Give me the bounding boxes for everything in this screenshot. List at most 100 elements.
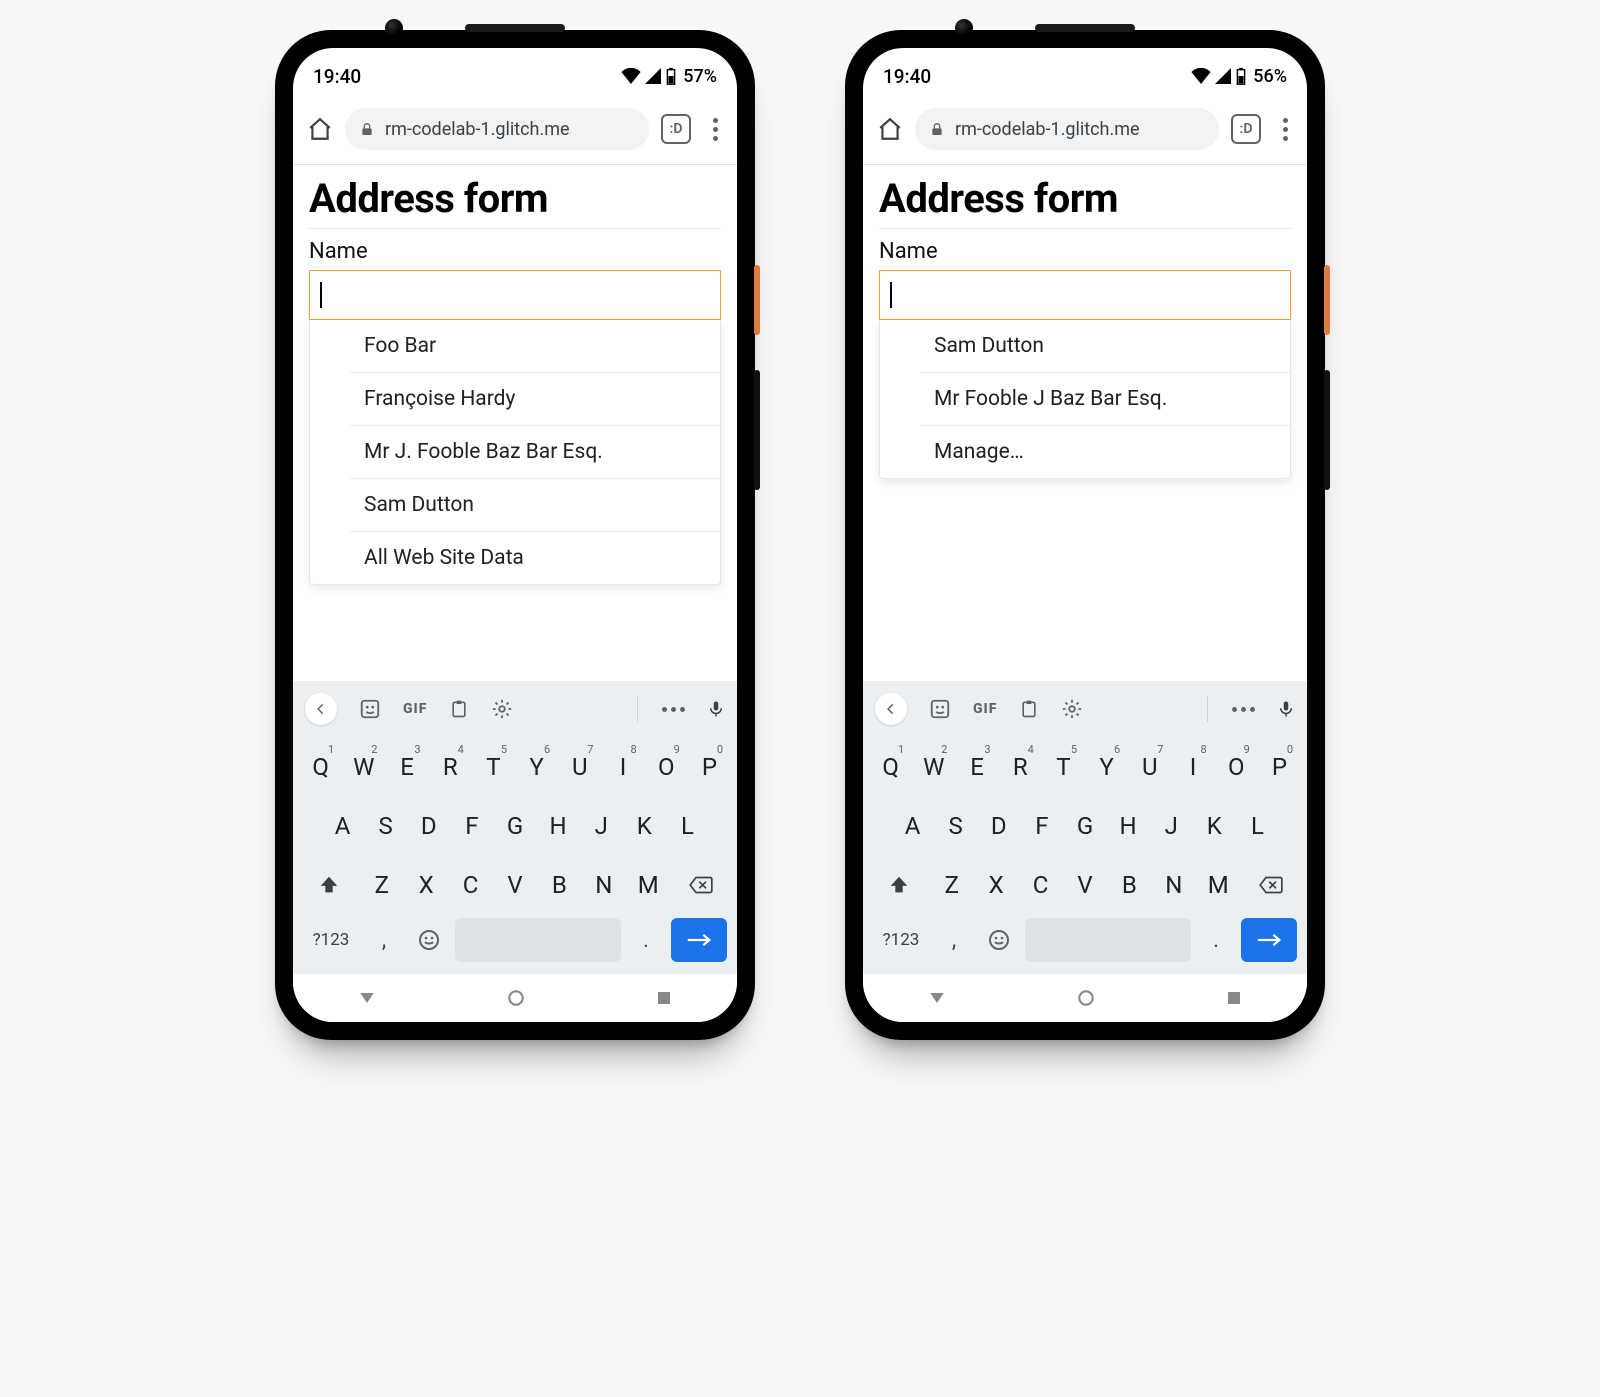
key[interactable]: S — [366, 798, 405, 853]
key[interactable]: O9 — [647, 739, 686, 794]
keyboard-more-icon[interactable] — [662, 707, 685, 712]
key[interactable]: E3 — [957, 739, 996, 794]
emoji-key[interactable] — [979, 928, 1019, 952]
key[interactable]: H — [539, 798, 578, 853]
mic-icon[interactable] — [707, 698, 725, 720]
key[interactable]: J — [1152, 798, 1191, 853]
key[interactable]: Y6 — [1087, 739, 1126, 794]
nav-recents-icon[interactable] — [1225, 989, 1243, 1007]
gear-icon[interactable] — [491, 698, 513, 720]
sticker-icon[interactable] — [929, 698, 951, 720]
space-key[interactable] — [455, 918, 621, 962]
period-key[interactable]: . — [1197, 928, 1235, 953]
key[interactable]: A — [323, 798, 362, 853]
nav-home-icon[interactable] — [1076, 988, 1096, 1008]
key[interactable]: N — [584, 857, 624, 912]
name-field[interactable] — [879, 270, 1291, 320]
key[interactable]: P0 — [690, 739, 729, 794]
comma-key[interactable]: , — [365, 928, 403, 953]
url-bar[interactable]: rm-codelab-1.glitch.me — [915, 108, 1219, 150]
mic-icon[interactable] — [1277, 698, 1295, 720]
key[interactable]: B — [1109, 857, 1149, 912]
nav-recents-icon[interactable] — [655, 989, 673, 1007]
home-icon[interactable] — [307, 116, 333, 142]
url-bar[interactable]: rm-codelab-1.glitch.me — [345, 108, 649, 150]
suggestion-item[interactable]: Françoise Hardy — [350, 372, 720, 425]
key[interactable]: Z — [932, 857, 972, 912]
gif-button[interactable]: GIF — [403, 701, 427, 717]
comma-key[interactable]: , — [935, 928, 973, 953]
key[interactable]: G — [495, 798, 534, 853]
enter-key[interactable] — [671, 918, 727, 962]
suggestion-item[interactable]: Mr Fooble J Baz Bar Esq. — [920, 372, 1290, 425]
key[interactable]: G — [1065, 798, 1104, 853]
tab-switcher[interactable]: :D — [1231, 114, 1261, 144]
soft-keyboard[interactable]: GIF — [293, 681, 737, 974]
key[interactable]: K — [1195, 798, 1234, 853]
suggestion-item[interactable]: Foo Bar — [350, 320, 720, 372]
enter-key[interactable] — [1241, 918, 1297, 962]
key[interactable]: H — [1109, 798, 1148, 853]
clipboard-icon[interactable] — [1019, 698, 1039, 720]
clipboard-icon[interactable] — [449, 698, 469, 720]
gear-icon[interactable] — [1061, 698, 1083, 720]
key[interactable]: E3 — [387, 739, 426, 794]
key[interactable]: V — [1065, 857, 1105, 912]
key[interactable]: W2 — [914, 739, 953, 794]
key[interactable]: L — [1238, 798, 1277, 853]
key[interactable]: J — [582, 798, 621, 853]
key[interactable]: I8 — [603, 739, 642, 794]
key[interactable]: D — [409, 798, 448, 853]
suggestion-item[interactable]: Manage… — [920, 425, 1290, 478]
nav-home-icon[interactable] — [506, 988, 526, 1008]
keyboard-more-icon[interactable] — [1232, 707, 1255, 712]
shift-key[interactable] — [871, 857, 928, 912]
name-field[interactable] — [309, 270, 721, 320]
sticker-icon[interactable] — [359, 698, 381, 720]
keyboard-collapse-icon[interactable] — [305, 693, 337, 725]
suggestion-item[interactable]: Sam Dutton — [350, 478, 720, 531]
backspace-key[interactable] — [1242, 857, 1299, 912]
key[interactable]: O9 — [1217, 739, 1256, 794]
key[interactable]: U7 — [1130, 739, 1169, 794]
gif-button[interactable]: GIF — [973, 701, 997, 717]
key[interactable]: T5 — [1044, 739, 1083, 794]
shift-key[interactable] — [301, 857, 358, 912]
backspace-key[interactable] — [672, 857, 729, 912]
soft-keyboard[interactable]: GIF — [863, 681, 1307, 974]
suggestion-item[interactable]: Sam Dutton — [920, 320, 1290, 372]
key[interactable]: A — [893, 798, 932, 853]
key[interactable]: L — [668, 798, 707, 853]
space-key[interactable] — [1025, 918, 1191, 962]
suggestion-item[interactable]: All Web Site Data — [350, 531, 720, 584]
suggestion-item[interactable]: Mr J. Fooble Baz Bar Esq. — [350, 425, 720, 478]
key[interactable]: Y6 — [517, 739, 556, 794]
key[interactable]: M — [628, 857, 668, 912]
key[interactable]: K — [625, 798, 664, 853]
period-key[interactable]: . — [627, 928, 665, 953]
key[interactable]: S — [936, 798, 975, 853]
key[interactable]: M — [1198, 857, 1238, 912]
key[interactable]: F — [452, 798, 491, 853]
overflow-menu-icon[interactable] — [703, 118, 727, 141]
key[interactable]: C — [1020, 857, 1060, 912]
home-icon[interactable] — [877, 116, 903, 142]
key[interactable]: B — [539, 857, 579, 912]
key[interactable]: Z — [362, 857, 402, 912]
key[interactable]: Q1 — [871, 739, 910, 794]
key[interactable]: X — [976, 857, 1016, 912]
key[interactable]: N — [1154, 857, 1194, 912]
key[interactable]: C — [450, 857, 490, 912]
key[interactable]: I8 — [1173, 739, 1212, 794]
symbols-key[interactable]: ?123 — [873, 930, 929, 950]
key[interactable]: R4 — [431, 739, 470, 794]
nav-back-icon[interactable] — [357, 988, 377, 1008]
symbols-key[interactable]: ?123 — [303, 930, 359, 950]
key[interactable]: F — [1022, 798, 1061, 853]
key[interactable]: P0 — [1260, 739, 1299, 794]
key[interactable]: U7 — [560, 739, 599, 794]
tab-switcher[interactable]: :D — [661, 114, 691, 144]
keyboard-collapse-icon[interactable] — [875, 693, 907, 725]
key[interactable]: D — [979, 798, 1018, 853]
overflow-menu-icon[interactable] — [1273, 118, 1297, 141]
